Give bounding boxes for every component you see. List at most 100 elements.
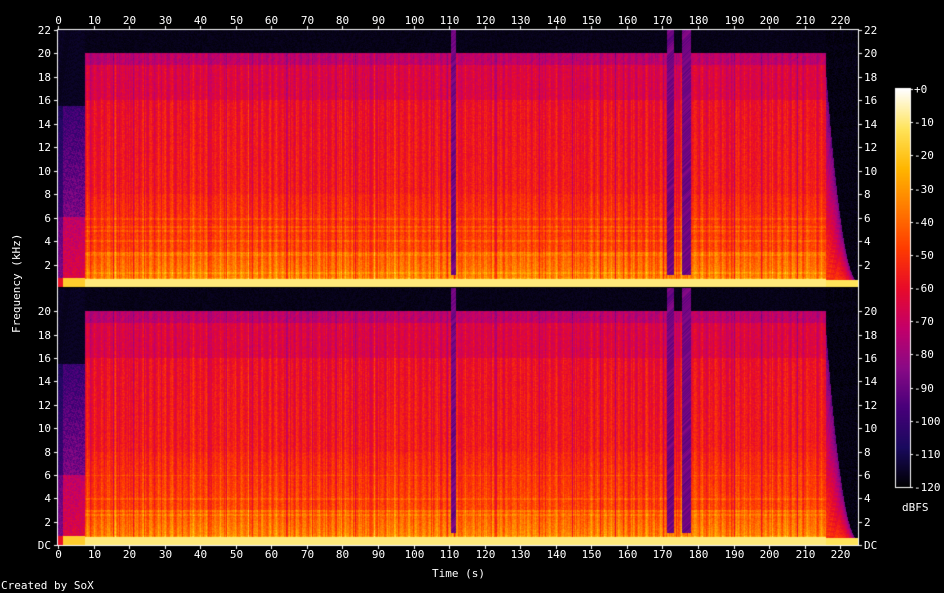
y-axis-label: Frequency (kHz) — [10, 233, 23, 333]
colorbar-tick-label: -90 — [914, 381, 934, 395]
y-tick-label-right: 12 — [864, 398, 878, 412]
y-tick-label-right: 16 — [864, 351, 878, 365]
y-tick-label-left: 6 — [44, 211, 51, 225]
x-tick-label-top: 220 — [830, 14, 851, 27]
y-tick-label-right: 22 — [864, 23, 878, 37]
y-tick-label-left: 8 — [44, 187, 51, 201]
y-tick-label-left: 8 — [44, 445, 51, 459]
y-tick-label-left: 12 — [37, 140, 51, 154]
x-tick-label-bottom: 70 — [300, 548, 315, 561]
x-tick-label-top: 90 — [371, 14, 386, 27]
y-tick-label-left: 16 — [37, 93, 51, 107]
x-tick-label-bottom: 140 — [546, 548, 567, 561]
x-tick-label-bottom: 120 — [475, 548, 496, 561]
y-tick-label-left: 16 — [37, 351, 51, 365]
y-tick-label-right: 6 — [864, 468, 871, 482]
spectrogram-canvas — [0, 0, 944, 593]
x-tick-label-top: 80 — [335, 14, 350, 27]
y-tick-label-right: 2 — [864, 258, 871, 272]
colorbar-tick-label: -100 — [914, 414, 941, 428]
colorbar-tick-label: -60 — [914, 281, 934, 295]
colorbar-tick-label: -20 — [914, 148, 934, 162]
x-tick-label-bottom: 10 — [87, 548, 102, 561]
x-tick-label-top: 70 — [300, 14, 315, 27]
x-tick-label-bottom: 150 — [581, 548, 602, 561]
x-tick-label-top: 160 — [617, 14, 638, 27]
x-tick-label-top: 190 — [724, 14, 745, 27]
y-tick-label-right: 4 — [864, 234, 871, 248]
y-tick-label-right: 14 — [864, 117, 878, 131]
y-tick-label-left: 6 — [44, 468, 51, 482]
y-tick-label-left: 12 — [37, 398, 51, 412]
x-tick-label-top: 10 — [87, 14, 102, 27]
credit-label: Created by SoX — [1, 579, 94, 592]
y-tick-label-right: 10 — [864, 164, 878, 178]
x-tick-label-top: 130 — [510, 14, 531, 27]
y-tick-label-right: 16 — [864, 93, 878, 107]
colorbar-tick-label: -40 — [914, 215, 934, 229]
x-tick-label-bottom: 210 — [795, 548, 816, 561]
y-tick-label-right: 8 — [864, 187, 871, 201]
y-tick-label-left: 20 — [37, 304, 51, 318]
y-tick-label-left: 14 — [37, 117, 51, 131]
y-tick-label-right: 18 — [864, 328, 878, 342]
x-tick-label-bottom: 110 — [439, 548, 460, 561]
y-tick-label-right: 20 — [864, 46, 878, 60]
x-tick-label-top: 20 — [122, 14, 137, 27]
x-tick-label-top: 40 — [193, 14, 208, 27]
x-tick-label-top: 210 — [795, 14, 816, 27]
x-tick-label-bottom: 100 — [404, 548, 425, 561]
x-tick-label-bottom: 40 — [193, 548, 208, 561]
y-tick-label-left: 2 — [44, 515, 51, 529]
x-axis-label: Time (s) — [432, 567, 485, 580]
y-tick-label-right: 2 — [864, 515, 871, 529]
x-tick-label-top: 30 — [158, 14, 173, 27]
y-tick-label-right: 4 — [864, 491, 871, 505]
x-tick-label-bottom: 50 — [229, 548, 244, 561]
colorbar-tick-label: -30 — [914, 182, 934, 196]
x-tick-label-bottom: 20 — [122, 548, 137, 561]
y-tick-label-right: 10 — [864, 421, 878, 435]
y-tick-label-left: 14 — [37, 374, 51, 388]
colorbar-tick-label: -80 — [914, 347, 934, 361]
y-tick-label-right: 18 — [864, 70, 878, 84]
colorbar-tick-label: -50 — [914, 248, 934, 262]
y-tick-label-right: 8 — [864, 445, 871, 459]
x-tick-label-bottom: 220 — [830, 548, 851, 561]
x-tick-label-bottom: 170 — [652, 548, 673, 561]
colorbar-tick-label: -110 — [914, 447, 941, 461]
y-tick-label-left: 20 — [37, 46, 51, 60]
y-tick-label-right: 12 — [864, 140, 878, 154]
x-tick-label-bottom: 160 — [617, 548, 638, 561]
colorbar-tick-label: -10 — [914, 115, 934, 129]
y-tick-label-left: 4 — [44, 491, 51, 505]
colorbar-tick-label: +0 — [914, 82, 928, 96]
x-tick-label-top: 150 — [581, 14, 602, 27]
colorbar-unit-label: dBFS — [902, 501, 929, 514]
x-tick-label-top: 60 — [264, 14, 279, 27]
x-tick-label-bottom: 190 — [724, 548, 745, 561]
y-tick-label-left: 18 — [37, 70, 51, 84]
y-tick-label-left: 10 — [37, 164, 51, 178]
y-tick-label-left: 2 — [44, 258, 51, 272]
x-tick-label-bottom: 180 — [688, 548, 709, 561]
y-tick-label-right: DC — [864, 538, 878, 552]
x-tick-label-top: 200 — [759, 14, 780, 27]
x-tick-label-bottom: 90 — [371, 548, 386, 561]
colorbar-tick-label: -70 — [914, 314, 934, 328]
x-tick-label-bottom: 130 — [510, 548, 531, 561]
x-tick-label-top: 180 — [688, 14, 709, 27]
x-tick-label-top: 140 — [546, 14, 567, 27]
x-tick-label-bottom: 30 — [158, 548, 173, 561]
y-tick-label-left: 22 — [37, 23, 51, 37]
x-tick-label-bottom: 200 — [759, 548, 780, 561]
x-tick-label-top: 120 — [475, 14, 496, 27]
colorbar-tick-label: -120 — [914, 480, 941, 494]
y-tick-label-left: 4 — [44, 234, 51, 248]
x-tick-label-top: 100 — [404, 14, 425, 27]
y-tick-label-left: DC — [37, 538, 51, 552]
x-tick-label-top: 110 — [439, 14, 460, 27]
y-tick-label-left: 10 — [37, 421, 51, 435]
y-tick-label-right: 14 — [864, 374, 878, 388]
y-tick-label-right: 6 — [864, 211, 871, 225]
